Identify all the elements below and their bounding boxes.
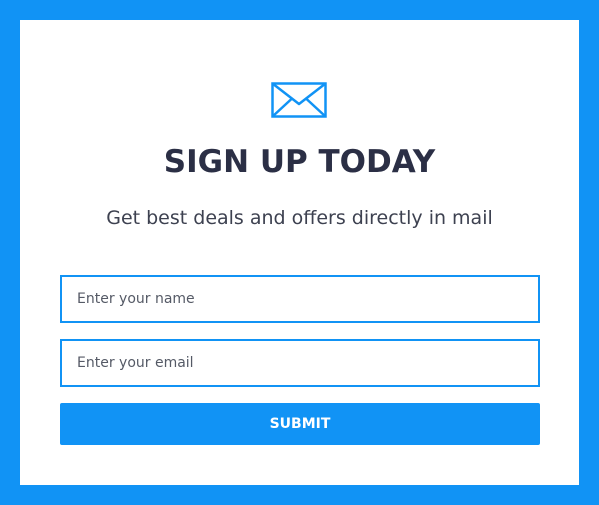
blue-frame: SIGN UP TODAY Get best deals and offers … (0, 0, 599, 505)
signup-subtitle: Get best deals and offers directly in ma… (106, 207, 493, 229)
envelope-icon (271, 82, 327, 118)
signup-card: SIGN UP TODAY Get best deals and offers … (20, 20, 579, 485)
signup-title: SIGN UP TODAY (163, 144, 436, 180)
submit-button[interactable]: SUBMIT (60, 403, 540, 445)
name-input[interactable] (60, 275, 540, 323)
email-input[interactable] (60, 339, 540, 387)
